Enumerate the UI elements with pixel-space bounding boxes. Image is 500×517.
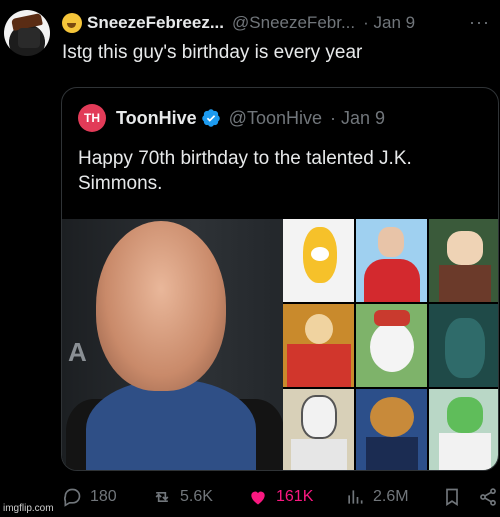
views-count: 2.6M [373, 488, 409, 505]
character-tile [283, 389, 354, 470]
quoted-tweet-date[interactable]: · Jan 9 [330, 108, 385, 129]
views-chart-icon [348, 490, 363, 504]
character-tile [429, 219, 498, 302]
character-collage[interactable] [283, 219, 498, 470]
author-display-name[interactable]: SneezeFebreez... [87, 13, 224, 33]
quoted-tweet-header: TH ToonHive @ToonHive · Jan 9 [78, 104, 385, 132]
watermark: imgflip.com [3, 503, 54, 514]
quoted-tweet[interactable]: TH ToonHive @ToonHive · Jan 9 Happy 70th… [61, 87, 499, 471]
sneeze-emoji-icon [62, 13, 82, 33]
character-tile [356, 219, 427, 302]
more-icon[interactable]: ··· [469, 12, 490, 33]
repost-count: 5.6K [180, 488, 213, 505]
views-button[interactable]: 2.6M [345, 482, 409, 512]
like-button[interactable]: 161K [248, 482, 313, 512]
character-tile [356, 389, 427, 470]
shirt [86, 379, 256, 470]
face [96, 221, 226, 391]
reply-count: 180 [90, 488, 117, 505]
tweet-header: SneezeFebreez... @SneezeFebr... · Jan 9 … [62, 12, 496, 34]
quoted-author-handle[interactable]: @ToonHive [229, 108, 322, 129]
quoted-author-avatar[interactable]: TH [78, 104, 106, 132]
tweet-text: Istg this guy's birthday is every year [62, 42, 363, 63]
share-button[interactable] [478, 482, 500, 512]
author-handle[interactable]: @SneezeFebr... [232, 13, 355, 33]
character-tile [356, 304, 427, 387]
repost-button[interactable]: 5.6K [152, 482, 213, 512]
character-tile [283, 304, 354, 387]
character-tile [283, 219, 354, 302]
character-tile [429, 304, 498, 387]
avatar-face [18, 28, 40, 48]
author-avatar[interactable] [4, 10, 50, 56]
bookmark-button[interactable] [442, 482, 470, 512]
reply-button[interactable]: 180 [62, 482, 117, 512]
reply-icon [64, 488, 81, 507]
bookmark-icon [446, 488, 458, 507]
quoted-author-name[interactable]: ToonHive [116, 108, 197, 129]
verified-badge-icon [201, 109, 220, 127]
quoted-tweet-media[interactable]: A R T [62, 219, 498, 470]
share-icon [480, 488, 496, 506]
tweet-date[interactable]: · Jan 9 [363, 13, 415, 33]
character-tile [429, 389, 498, 470]
tweet-action-bar: 180 5.6K 161K 2.6M [62, 482, 500, 512]
repost-icon [155, 492, 169, 502]
portrait-photo[interactable]: A R T [62, 219, 283, 470]
like-count: 161K [276, 488, 314, 505]
quoted-tweet-text: Happy 70th birthday to the talented J.K.… [78, 148, 412, 194]
heart-icon [251, 491, 265, 505]
